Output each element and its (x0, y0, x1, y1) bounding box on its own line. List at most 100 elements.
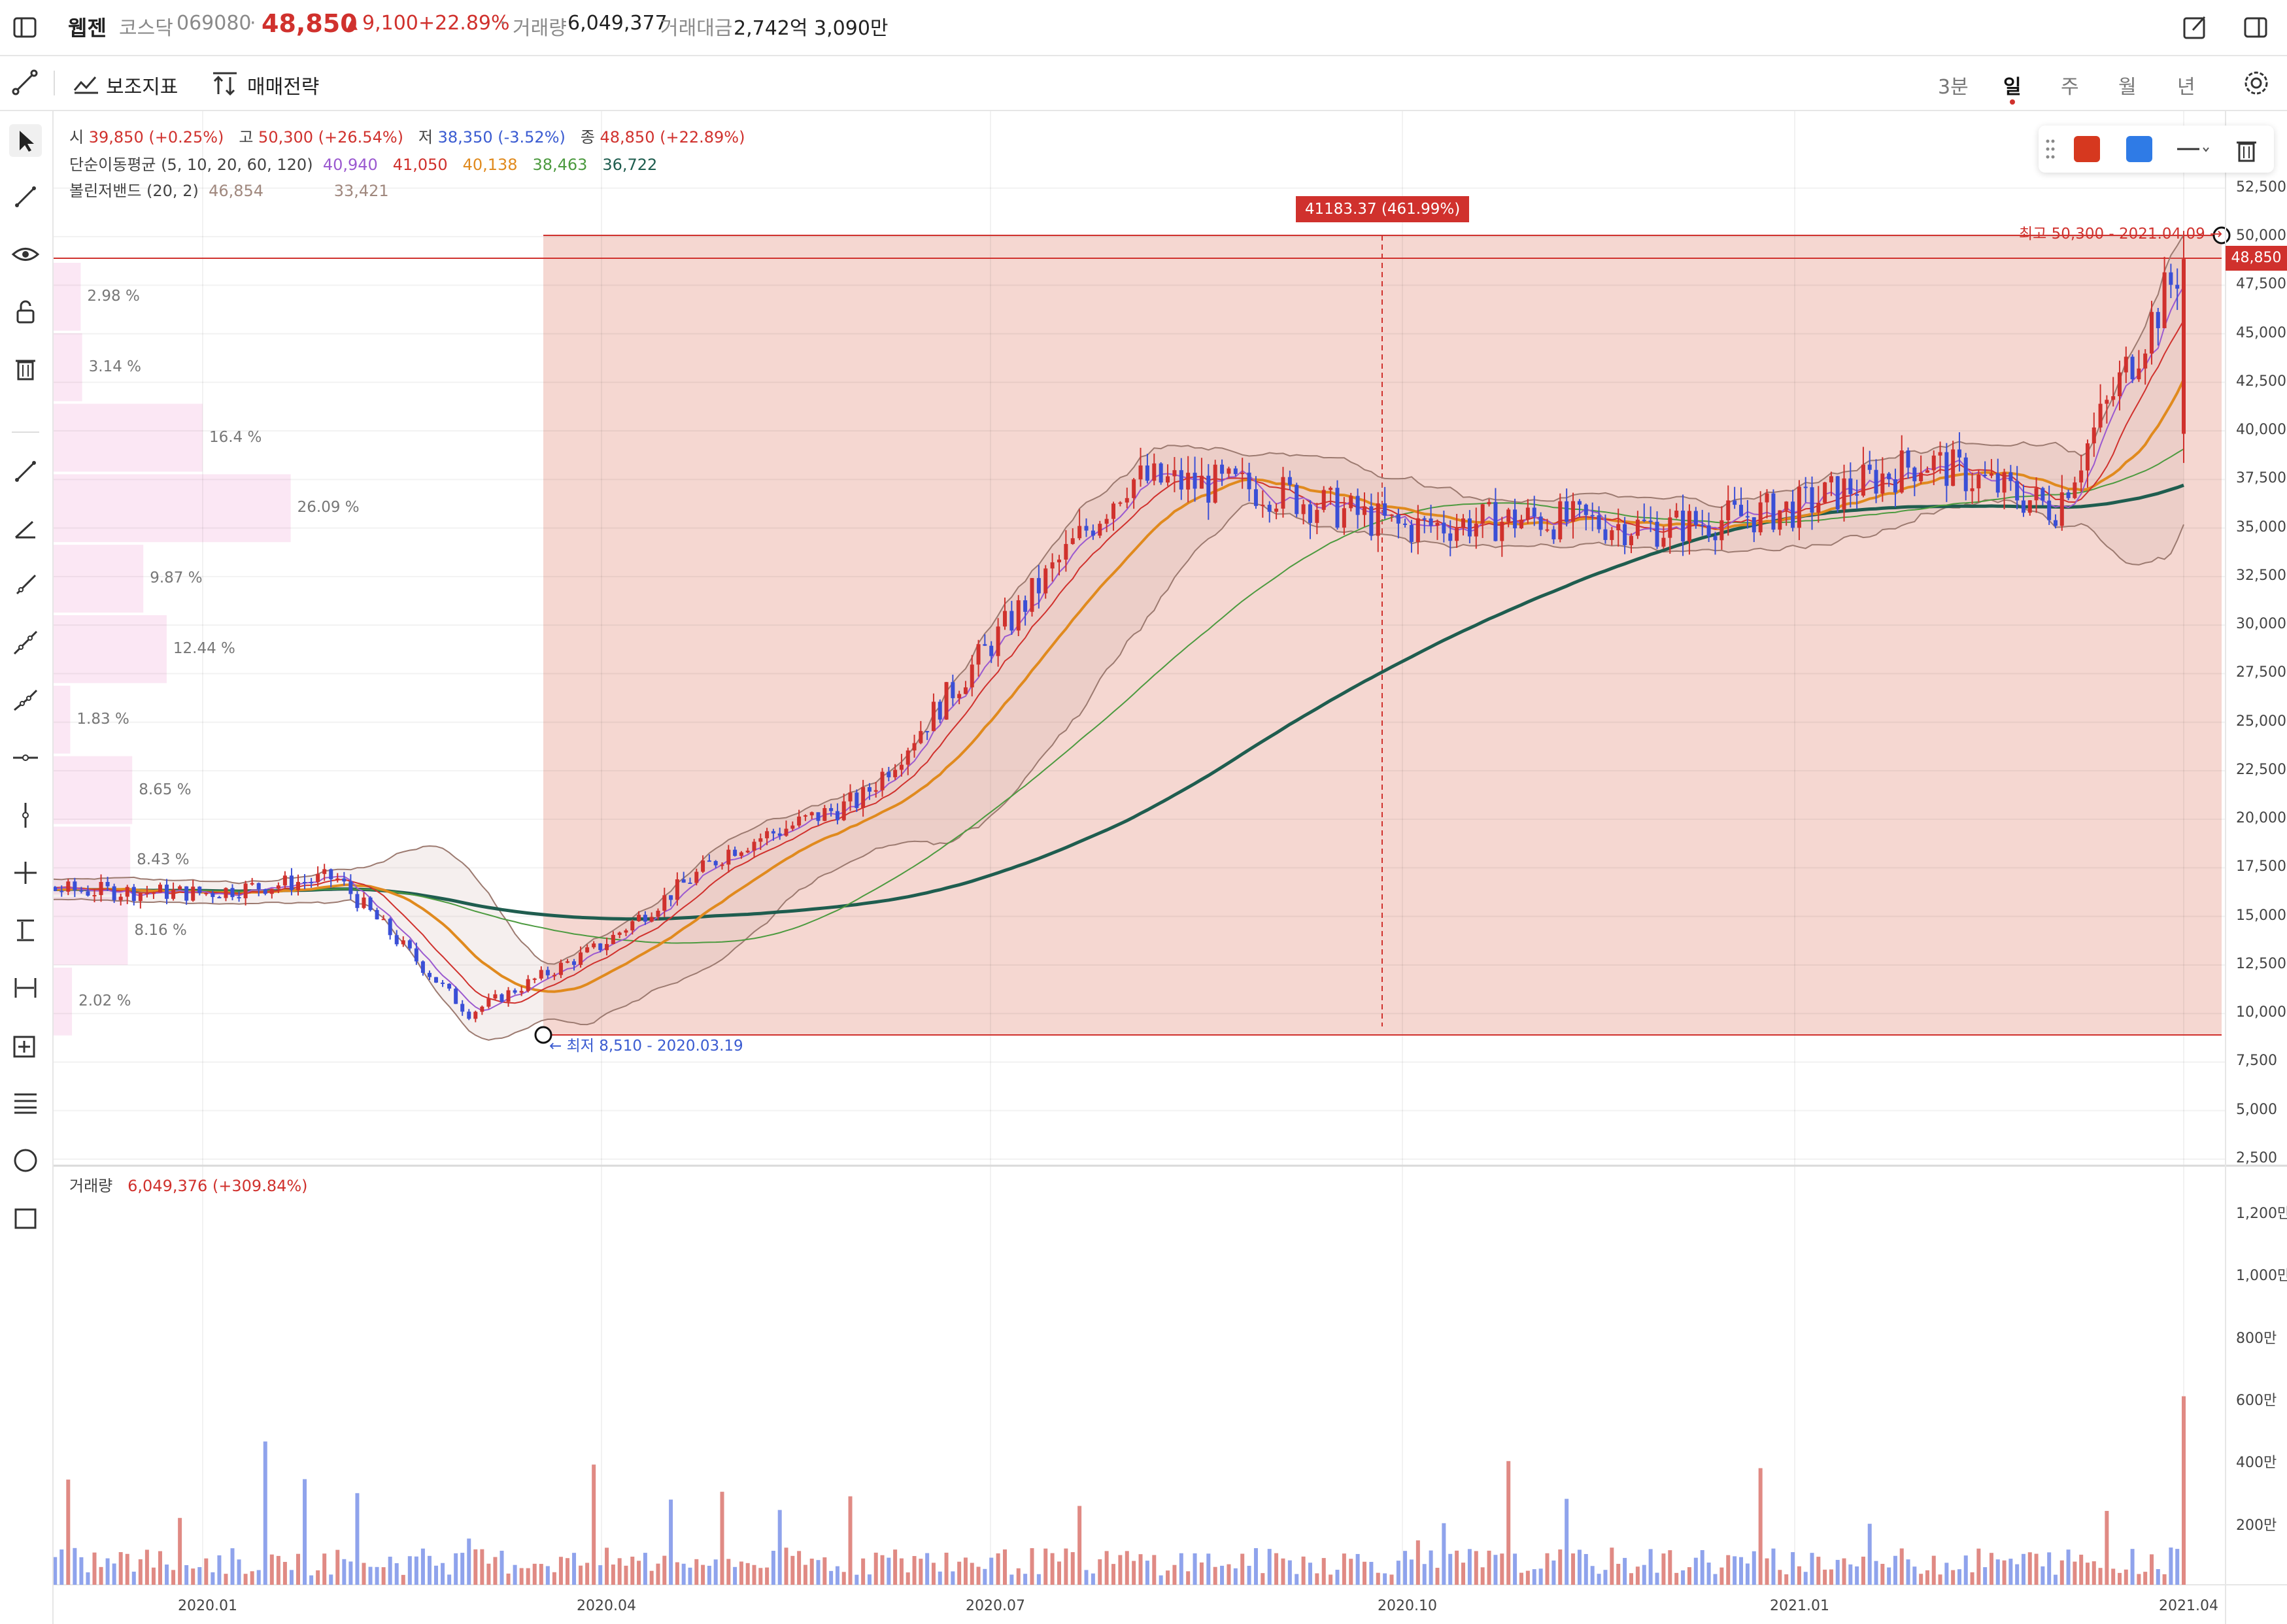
vertical-line-icon[interactable] (9, 799, 42, 832)
line-tool-icon[interactable] (9, 455, 42, 488)
volume-bar (1603, 1570, 1608, 1585)
candle-body (303, 882, 307, 884)
candle-body (1681, 511, 1686, 542)
crosshair-icon[interactable] (9, 856, 42, 889)
candle-body (2175, 284, 2180, 289)
candle-body (2041, 488, 2045, 501)
tab-3min[interactable]: 3분 (1938, 71, 1969, 99)
candle-body (1739, 505, 1744, 516)
sidebar-toggle-icon[interactable] (12, 14, 38, 41)
candle-body (2002, 472, 2007, 493)
delete-drawing-icon[interactable] (2232, 135, 2261, 163)
volume-profile-bar (54, 968, 73, 1036)
candle-body (1159, 463, 1163, 483)
draw-line-icon[interactable] (10, 68, 39, 97)
panel-toggle-icon[interactable] (2243, 14, 2269, 41)
circle-tool-icon[interactable] (9, 1144, 42, 1177)
volume-bar (592, 1464, 596, 1585)
tab-day[interactable]: 일 (2003, 71, 2022, 99)
eye-icon[interactable] (9, 238, 42, 271)
volume-bar (694, 1559, 699, 1585)
indicator-icon (73, 76, 98, 94)
fibonacci-icon[interactable] (9, 1087, 42, 1119)
candle-body (1603, 529, 1608, 540)
candle-body (335, 878, 340, 880)
price-range-icon[interactable] (9, 914, 42, 947)
volume-bar (342, 1559, 347, 1585)
ray-line-icon[interactable] (9, 569, 42, 601)
volume-bar (1315, 1573, 1319, 1585)
edit-icon[interactable] (2181, 13, 2210, 42)
volume-bar (1422, 1564, 1427, 1585)
candle-body (296, 882, 300, 890)
volume-bar (1145, 1561, 1149, 1585)
stock-name: 웹젠 (68, 16, 107, 41)
volume-bar (1487, 1550, 1491, 1585)
candle-body (1635, 519, 1640, 536)
candle-body (1287, 477, 1292, 485)
volume-bar (1166, 1570, 1170, 1585)
candle-body (1227, 468, 1231, 474)
multi-point-line-icon[interactable] (9, 684, 42, 717)
candle-body (1899, 450, 1904, 493)
date-range-icon[interactable] (9, 972, 42, 1004)
volume-bar (2073, 1561, 2077, 1585)
rectangle-tool-icon[interactable] (9, 1202, 42, 1234)
candle-body (1867, 464, 1872, 470)
angle-line-icon[interactable] (9, 513, 42, 545)
candle-body (880, 771, 885, 790)
candle-body (1199, 475, 1204, 489)
candle-body (1874, 469, 1878, 494)
candle-body (1706, 525, 1711, 537)
candle-body (480, 1006, 484, 1012)
candle-body (558, 962, 563, 975)
volume-bar (532, 1563, 537, 1585)
volume-bar (2008, 1559, 2013, 1585)
candle-body (861, 787, 866, 808)
settings-icon[interactable] (2241, 68, 2271, 98)
candle-body (873, 790, 878, 792)
drag-handle-icon[interactable] (2044, 137, 2057, 161)
candle-body (1848, 478, 1853, 494)
strategy-button[interactable]: 매매전략 (211, 56, 328, 110)
candle-body (1342, 508, 1346, 528)
volume-bar (758, 1568, 763, 1585)
line-style-dropdown[interactable] (2175, 136, 2214, 162)
drawing-style-toolbar (2039, 126, 2274, 173)
candle-body (73, 881, 77, 890)
candle-body (605, 943, 609, 951)
trend-line-icon[interactable] (9, 180, 42, 213)
tab-month[interactable]: 월 (2118, 71, 2137, 99)
volume-bar (1951, 1570, 1956, 1585)
candle-body (1064, 544, 1068, 560)
lock-icon[interactable] (9, 296, 42, 328)
price-chart[interactable] (54, 111, 2287, 1624)
volume-bar (513, 1565, 517, 1585)
volume-bar (1030, 1548, 1034, 1585)
tab-year[interactable]: 년 (2177, 71, 2195, 99)
date-tick-label: 2020.01 (178, 1598, 237, 1614)
tab-week[interactable]: 주 (2061, 71, 2079, 99)
candle-body (539, 970, 543, 979)
extended-line-icon[interactable] (9, 626, 42, 659)
close-label: 종 (580, 128, 595, 146)
measure-box-icon[interactable] (9, 1029, 42, 1062)
trash-icon[interactable] (9, 352, 42, 384)
candle-body (765, 831, 770, 839)
volume-bar (493, 1557, 498, 1585)
volume-bar (2175, 1549, 2180, 1585)
price-tick-label: 12,500 (2236, 955, 2286, 972)
volume-bar (624, 1565, 628, 1585)
cursor-icon[interactable] (9, 124, 42, 157)
fill-color-swatch[interactable] (2126, 136, 2152, 162)
candle-body (1247, 472, 1251, 490)
candle-body (1970, 488, 1974, 492)
volume-bar (970, 1563, 974, 1585)
candle-body (1396, 514, 1400, 524)
line-color-swatch[interactable] (2074, 136, 2100, 162)
volume-bar (617, 1558, 622, 1585)
volume-bar (957, 1561, 962, 1585)
indicators-button[interactable]: 보조지표 (69, 56, 187, 110)
candle-body (184, 886, 189, 901)
horizontal-line-icon[interactable] (9, 741, 42, 774)
